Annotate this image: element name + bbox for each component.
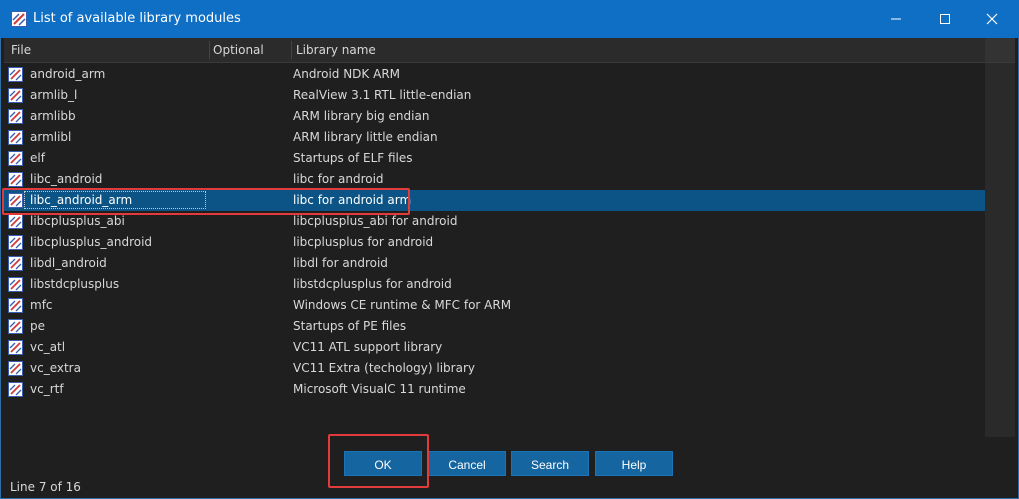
window-title: List of available library modules <box>33 11 241 26</box>
highlight-annotation-ok-button <box>328 434 429 488</box>
help-button[interactable]: Help <box>595 451 673 476</box>
header-scrollbar-cap <box>985 38 1015 62</box>
header-file[interactable]: File <box>11 38 31 62</box>
row-library-name: ARM library big endian <box>293 109 430 123</box>
table-row[interactable]: vc_rtf Microsoft VisualC 11 runtime <box>4 379 985 400</box>
vertical-scrollbar[interactable] <box>985 63 1015 437</box>
row-file: armlibl <box>30 130 72 144</box>
table-row[interactable]: pe Startups of PE files <box>4 316 985 337</box>
row-file: pe <box>30 319 45 333</box>
table-row[interactable]: libstdcplusplus libstdcplusplus for andro… <box>4 274 985 295</box>
column-header: File Optional Library name <box>4 38 1015 63</box>
library-app-icon <box>11 11 27 27</box>
row-file: mfc <box>30 298 53 312</box>
column-divider[interactable] <box>209 41 210 59</box>
row-file: libcplusplus_android <box>30 235 153 249</box>
row-library-name: RealView 3.1 RTL little-endian <box>293 88 472 102</box>
library-file-icon <box>8 214 23 229</box>
highlight-annotation-selected-row <box>2 188 410 215</box>
row-library-name: VC11 Extra (techology) library <box>293 361 475 375</box>
column-divider[interactable] <box>291 41 292 59</box>
header-optional[interactable]: Optional <box>213 38 264 62</box>
library-file-icon <box>8 88 23 103</box>
table-row[interactable]: armlibl ARM library little endian <box>4 127 985 148</box>
row-library-name: ARM library little endian <box>293 130 438 144</box>
row-file: armlibb <box>30 109 76 123</box>
row-file: elf <box>30 151 45 165</box>
row-library-name: Microsoft VisualC 11 runtime <box>293 382 466 396</box>
library-file-icon <box>8 256 23 271</box>
minimize-icon <box>891 18 901 20</box>
row-library-name: Android NDK ARM <box>293 67 401 81</box>
row-library-name: Startups of PE files <box>293 319 407 333</box>
library-file-icon <box>8 172 23 187</box>
library-file-icon <box>8 235 23 250</box>
cancel-button[interactable]: Cancel <box>428 451 506 476</box>
table-row[interactable]: elf Startups of ELF files <box>4 148 985 169</box>
row-library-name: VC11 ATL support library <box>293 340 443 354</box>
row-library-name: Windows CE runtime & MFC for ARM <box>293 298 512 312</box>
row-library-name: libc for android <box>293 172 384 186</box>
library-file-icon <box>8 361 23 376</box>
maximize-icon <box>940 14 950 24</box>
status-line: Line 7 of 16 <box>10 480 81 494</box>
minimize-button[interactable] <box>873 0 919 38</box>
library-file-icon <box>8 67 23 82</box>
header-library-name[interactable]: Library name <box>296 38 376 62</box>
row-library-name: libstdcplusplus for android <box>293 277 452 291</box>
library-file-icon <box>8 151 23 166</box>
row-file: armlib_l <box>30 88 78 102</box>
table-row[interactable]: libcplusplus_android libcplusplus for and… <box>4 232 985 253</box>
row-file: libstdcplusplus <box>30 277 120 291</box>
bottom-bar <box>0 437 1019 499</box>
library-file-icon <box>8 319 23 334</box>
table-row[interactable]: libdl_android libdl for android <box>4 253 985 274</box>
maximize-button[interactable] <box>922 0 968 38</box>
table-row[interactable]: vc_atl VC11 ATL support library <box>4 337 985 358</box>
table-row[interactable]: libc_android libc for android <box>4 169 985 190</box>
library-file-icon <box>8 130 23 145</box>
row-file: libc_android <box>30 172 103 186</box>
close-button[interactable] <box>969 0 1015 38</box>
row-file: vc_atl <box>30 340 66 354</box>
library-file-icon <box>8 277 23 292</box>
row-library-name: Startups of ELF files <box>293 151 413 165</box>
table-row[interactable]: armlibb ARM library big endian <box>4 106 985 127</box>
row-file: android_arm <box>30 67 106 81</box>
search-button[interactable]: Search <box>511 451 589 476</box>
row-file: vc_rtf <box>30 382 64 396</box>
close-icon <box>986 13 998 25</box>
library-file-icon <box>8 298 23 313</box>
library-list[interactable]: android_arm Android NDK ARM armlib_l RealVi… <box>4 63 1015 437</box>
row-file: vc_extra <box>30 361 81 375</box>
table-row[interactable]: vc_extra VC11 Extra (techology) library <box>4 358 985 379</box>
row-library-name: libcplusplus for android <box>293 235 434 249</box>
row-library-name: libdl for android <box>293 256 388 270</box>
library-file-icon <box>8 340 23 355</box>
table-row[interactable]: android_arm Android NDK ARM <box>4 64 985 85</box>
library-file-icon <box>8 382 23 397</box>
title-bar: List of available library modules <box>0 0 1019 38</box>
library-file-icon <box>8 109 23 124</box>
table-row[interactable]: armlib_l RealView 3.1 RTL little-endian <box>4 85 985 106</box>
row-file: libdl_android <box>30 256 107 270</box>
table-row[interactable]: mfc Windows CE runtime & MFC for ARM <box>4 295 985 316</box>
